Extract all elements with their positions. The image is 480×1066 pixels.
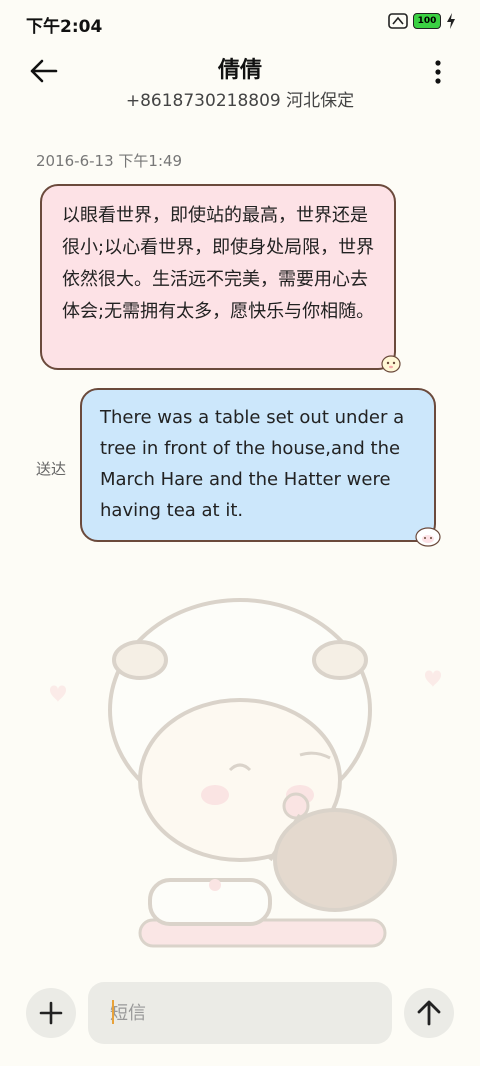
arrow-up-icon (417, 1000, 441, 1026)
sticker-icon (381, 355, 401, 373)
more-vertical-icon[interactable] (430, 58, 446, 86)
battery-icon: 100 (413, 13, 441, 29)
send-button[interactable] (404, 988, 454, 1038)
status-time: 下午2:04 (26, 17, 103, 37)
contact-name[interactable]: 倩倩 (0, 52, 480, 84)
plus-icon (39, 1001, 63, 1025)
sheep-sticker-icon (415, 527, 441, 547)
wallpaper-sheep-illustration (50, 598, 441, 948)
charging-icon (447, 13, 455, 29)
outgoing-message-bubble[interactable]: There was a table set out under a tree i… (80, 388, 436, 542)
text-cursor (112, 1000, 114, 1024)
composer-bar (0, 980, 480, 1066)
message-input[interactable] (88, 982, 392, 1044)
contact-number: +8618730218809 河北保定 (125, 91, 355, 111)
data-saver-icon (388, 13, 408, 29)
status-icons: 100 (388, 13, 456, 29)
conversation-header: 倩倩 +8618730218809 河北保定 (0, 44, 480, 124)
incoming-message-bubble[interactable]: 以眼看世界，即使站的最高，世界还是很小;以心看世界，即使身处局限，世界依然很大。… (40, 184, 396, 370)
delivery-status: 送达 (36, 460, 67, 478)
add-attachment-button[interactable] (26, 988, 76, 1038)
status-bar: 下午2:04 100 (0, 0, 480, 44)
message-timestamp: 2016-6-13 下午1:49 (36, 152, 183, 170)
